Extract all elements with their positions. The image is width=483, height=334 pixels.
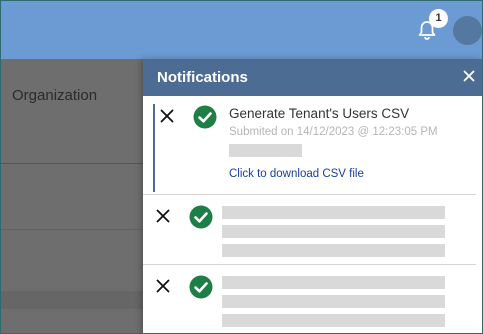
notification-item xyxy=(143,266,482,333)
app-window: 1 Organization Notifications Generate Te… xyxy=(0,0,483,334)
avatar[interactable] xyxy=(453,16,482,45)
notification-count-badge: 1 xyxy=(429,9,448,28)
notifications-header: Notifications xyxy=(143,59,482,96)
notification-item xyxy=(143,196,482,265)
notification-item: Generate Tenant's Users CSV Submited on … xyxy=(143,96,482,195)
notification-title: Generate Tenant's Users CSV xyxy=(229,106,410,121)
loading-placeholder xyxy=(222,295,445,308)
divider xyxy=(143,264,476,265)
loading-placeholder xyxy=(222,314,445,327)
active-notification-accent xyxy=(153,104,155,192)
download-csv-link[interactable]: Click to download CSV file xyxy=(229,168,364,180)
x-icon[interactable] xyxy=(160,109,174,123)
x-icon[interactable] xyxy=(156,279,170,293)
notifications-title: Notifications xyxy=(157,69,248,86)
table-divider xyxy=(1,163,143,164)
loading-placeholder xyxy=(222,276,445,289)
table-row-band xyxy=(1,291,143,309)
top-bar: 1 xyxy=(1,1,482,59)
organization-column-header: Organization xyxy=(12,87,98,104)
check-circle-icon xyxy=(193,105,217,129)
text-placeholder xyxy=(229,144,302,157)
x-icon[interactable] xyxy=(156,209,170,223)
check-circle-icon xyxy=(189,205,213,229)
loading-placeholder xyxy=(222,244,445,257)
check-circle-icon xyxy=(189,275,213,299)
notifications-panel: Notifications Generate Tenant's Users CS… xyxy=(143,59,482,333)
table-divider xyxy=(1,229,143,230)
loading-placeholder xyxy=(222,225,445,238)
divider xyxy=(143,194,476,195)
loading-placeholder xyxy=(222,206,445,219)
notification-timestamp: Submited on 14/12/2023 @ 12:23:05 PM xyxy=(229,126,438,138)
close-icon[interactable] xyxy=(461,68,477,84)
